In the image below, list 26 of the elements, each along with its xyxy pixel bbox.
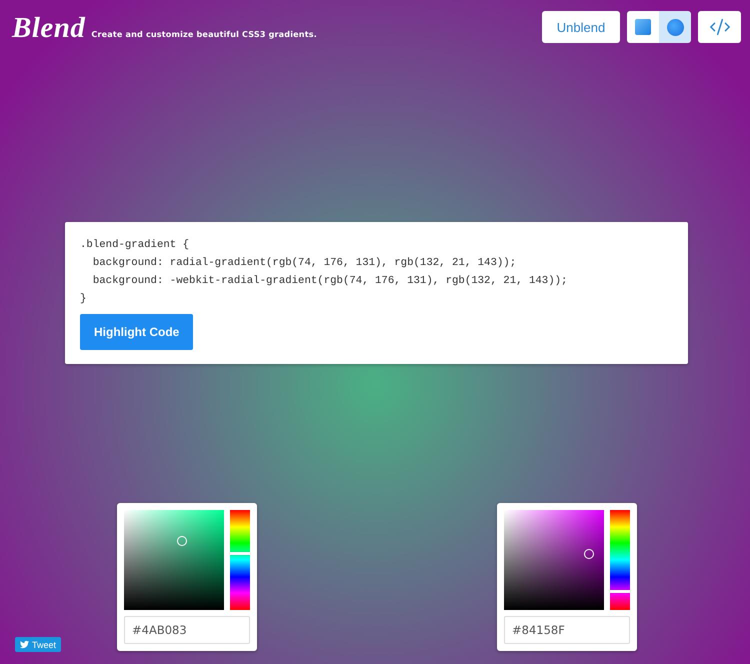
color-field[interactable]: [504, 510, 604, 610]
highlight-code-button[interactable]: Highlight Code: [80, 314, 194, 350]
code-line: background: -webkit-radial-gradient(rgb(74, 176, 131), rgb(132, 21, 143));: [92, 274, 568, 289]
tagline: Create and customize beautiful CSS3 gradients.: [91, 29, 317, 39]
hue-handle[interactable]: [610, 590, 630, 592]
code-button[interactable]: [698, 11, 741, 43]
hex-input[interactable]: #4AB083: [124, 616, 250, 644]
gradient-type-button[interactable]: [659, 11, 691, 43]
code-line: .blend-gradient {: [80, 238, 190, 253]
circle-icon: [666, 18, 684, 36]
unblend-button[interactable]: Unblend: [542, 11, 620, 43]
color-field[interactable]: [124, 510, 224, 610]
hex-input[interactable]: #84158F: [504, 616, 630, 644]
square-icon: [635, 19, 651, 35]
logo: Blend: [12, 13, 86, 43]
code-line: background: radial-gradient(rgb(74, 176, 131), rgb(132, 21, 143));: [92, 256, 518, 271]
code-line: }: [80, 292, 88, 307]
hue-slider[interactable]: [610, 510, 630, 610]
hue-slider[interactable]: [230, 510, 250, 610]
bird-icon: [20, 640, 29, 649]
tweet-button[interactable]: Tweet: [15, 637, 62, 652]
picker-handle[interactable]: [584, 548, 594, 559]
gradient-type-button[interactable]: [627, 11, 659, 43]
code-icon: [708, 16, 730, 38]
hue-handle[interactable]: [230, 552, 250, 554]
picker-handle[interactable]: [176, 536, 187, 546]
